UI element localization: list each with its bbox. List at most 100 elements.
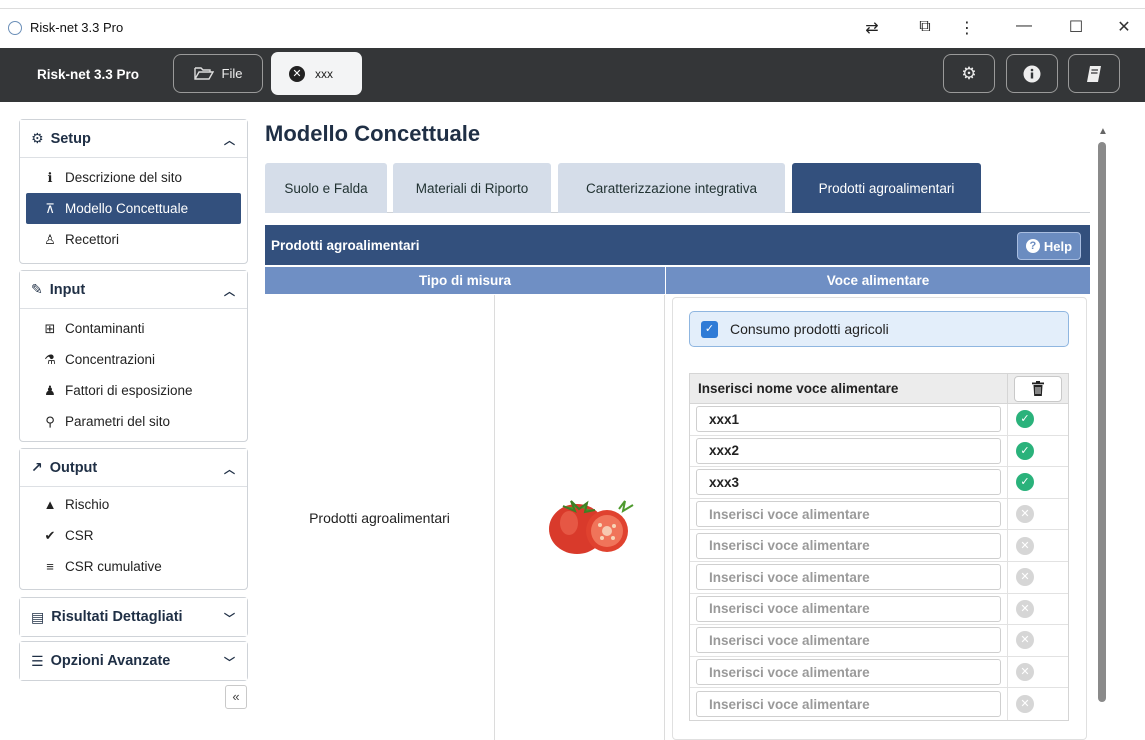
trash-icon [1032,381,1044,396]
sidebar-item-contaminanti[interactable]: ⊞ Contaminanti [20,313,247,344]
sidebar-item-csr[interactable]: ✔ CSR [20,520,247,551]
sidebar-item-label: Fattori di esposizione [65,383,193,398]
sidebar-item-fattori-esposizione[interactable]: ♟ Fattori di esposizione [20,375,247,406]
help-button[interactable]: ? Help [1017,232,1081,260]
food-entry-input[interactable] [696,659,1001,686]
table-header-row: Inserisci nome voce alimentare [690,374,1068,404]
clear-circle-icon[interactable]: ✕ [1016,599,1034,618]
clear-circle-icon[interactable]: ✕ [1016,568,1034,587]
info-circle-icon: ℹ [47,169,53,185]
sidebar-header-label: Opzioni Avanzate [50,653,171,669]
sidebar-header-input[interactable]: ✎ Input ︿ [20,271,247,309]
tomato-icon [549,500,634,554]
tab-prodotti-agroalimentari[interactable]: Prodotti agroalimentari [792,163,981,213]
sidebar-header-opzioni[interactable]: ☰ Opzioni Avanzate ﹀ [20,642,247,680]
sidebar-item-label: Contaminanti [65,321,145,336]
tab-materiali-riporto[interactable]: Materiali di Riporto [393,163,551,213]
sidebar-panel-input: ✎ Input ︿ ⊞ Contaminanti ⚗ Concentrazion… [19,270,248,442]
menu-dots-icon[interactable]: ⋮ [956,18,978,38]
gear-icon: ⚙ [31,130,44,146]
food-entry-input[interactable] [696,564,1001,591]
food-entry-input[interactable] [696,532,1001,559]
clear-circle-icon[interactable]: ✕ [1016,663,1034,682]
collapse-sidebar-button[interactable]: « [225,685,247,709]
table-row: ✓ [690,404,1068,436]
entry-cell [690,593,1008,625]
checkbox-checked-icon[interactable]: ✓ [701,320,718,338]
table-row: ✓ [690,467,1068,499]
minimize-button[interactable]: — [1012,17,1036,35]
food-entry-input[interactable] [696,501,1001,528]
food-entry-input[interactable] [696,469,1001,496]
column-header-tipo: Tipo di misura [265,267,665,294]
sidebar-header-risultati[interactable]: ▤ Risultati Dettagliati ﹀ [20,598,247,636]
check-circle-icon: ✓ [1016,473,1034,492]
app-toolbar: Risk-net 3.3 Pro File ✕ xxx ⚙ [0,48,1145,102]
sidebar-header-output[interactable]: ↗ Output ︿ [20,449,247,487]
info-button[interactable] [1006,54,1058,93]
entry-cell [690,625,1008,656]
food-entry-input[interactable] [696,627,1001,654]
check-circle-icon: ✔ [44,527,56,543]
close-tab-icon[interactable]: ✕ [289,65,305,82]
sidebar-item-recettori[interactable]: ♙ Recettori [20,224,247,255]
sidebar-item-rischio[interactable]: ▲ Rischio [20,489,247,520]
close-button[interactable]: ✕ [1112,17,1136,37]
section-header: Prodotti agroalimentari ? Help [265,225,1090,265]
person-icon: ♙ [44,231,56,247]
chevron-up-icon: ︿ [224,286,235,298]
clear-circle-icon[interactable]: ✕ [1016,695,1034,714]
help-label: Help [1043,238,1073,254]
open-file-tab[interactable]: ✕ xxx [271,52,362,95]
window-titlebar: Risk-net 3.3 Pro ⇄ ⧉ ⋮ — ☐ ✕ [0,8,1145,48]
clear-circle-icon[interactable]: ✕ [1016,505,1034,524]
manual-button[interactable] [1068,54,1120,93]
table-icon: ▤ [31,608,45,625]
translate-icon[interactable]: ⇄ [861,18,883,38]
gear-icon: ⚙ [961,63,977,83]
table-row: ✕ [690,593,1068,626]
clear-circle-icon[interactable]: ✕ [1016,536,1034,555]
delete-all-button[interactable] [1014,375,1062,402]
maximize-button[interactable]: ☐ [1064,17,1088,37]
sidebar-item-concentrazioni[interactable]: ⚗ Concentrazioni [20,344,247,375]
tab-suolo-falda[interactable]: Suolo e Falda [265,163,387,213]
food-entry-input[interactable] [696,691,1001,718]
list-icon: ≡ [46,559,54,574]
sidebar-item-parametri-sito[interactable]: ⚲ Parametri del sito [20,406,247,437]
table-row: ✕ [690,561,1068,594]
section-title: Prodotti agroalimentari [271,237,420,253]
entry-cell [690,498,1008,530]
measure-image-cell [495,295,665,740]
scrollbar-thumb[interactable] [1098,142,1106,702]
sidebar-item-label: Recettori [65,232,120,247]
extension-icon[interactable]: ⧉ [914,18,936,36]
table-row: ✕ [690,656,1068,689]
clear-circle-icon[interactable]: ✕ [1016,631,1034,650]
file-button[interactable]: File [173,54,263,93]
sidebar-item-modello-concettuale[interactable]: ⊼ Modello Concettuale [26,193,241,224]
entry-cell [690,404,1008,435]
measure-type-label: Prodotti agroalimentari [309,509,450,526]
sidebar-item-descrizione-sito[interactable]: ℹ Descrizione del sito [20,162,247,193]
table-row: ✓ [690,435,1068,468]
tab-caratterizzazione[interactable]: Caratterizzazione integrativa [558,163,785,213]
scroll-up-arrow[interactable]: ▲ [1098,126,1108,137]
food-entry-input[interactable] [696,595,1001,622]
consumo-prodotti-checkbox-row[interactable]: ✓ Consumo prodotti agricoli [689,311,1069,347]
food-entry-input[interactable] [696,406,1001,433]
sidebar-header-setup[interactable]: ⚙ Setup ︿ [20,120,247,158]
table-row: ✕ [690,625,1068,657]
entry-cell [690,656,1008,688]
sidebar-item-label: Descrizione del sito [65,170,183,185]
chevron-down-icon: ﹀ [224,613,235,625]
sidebar-item-csr-cumulative[interactable]: ≡ CSR cumulative [20,551,247,582]
food-entry-input[interactable] [696,437,1001,464]
plus-square-icon: ⊞ [44,320,56,336]
sidebar-panel-opzioni: ☰ Opzioni Avanzate ﹀ [19,641,248,681]
check-circle-icon: ✓ [1016,441,1034,460]
entry-cell [690,688,1008,720]
settings-button[interactable]: ⚙ [943,54,995,93]
question-circle-icon: ? [1025,239,1040,253]
sidebar-item-label: Parametri del sito [65,414,171,429]
